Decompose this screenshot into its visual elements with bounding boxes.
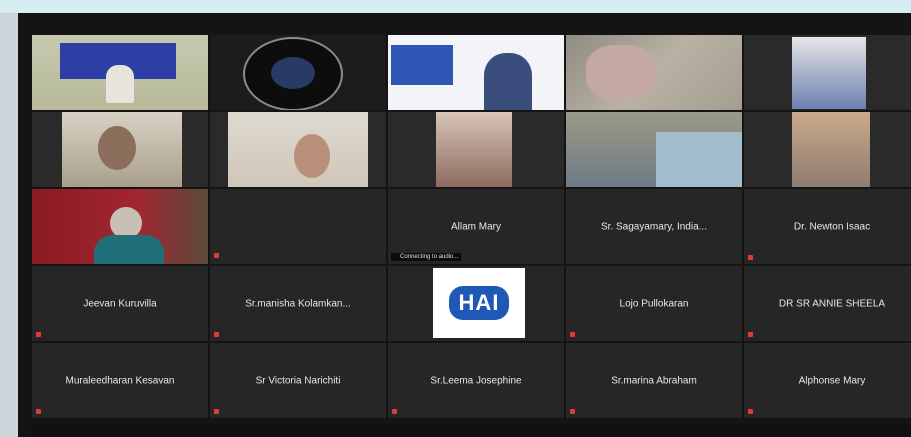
- muted-mic-icon: [748, 255, 753, 260]
- participant-tile[interactable]: [566, 35, 742, 110]
- participant-tile[interactable]: Sr.manisha Kolamkan...: [210, 266, 386, 341]
- bottom-bar: [32, 425, 911, 437]
- participant-name: Lojo Pullokaran: [619, 298, 689, 309]
- participant-tile[interactable]: [744, 35, 911, 110]
- participant-video: [566, 112, 742, 187]
- participant-video: [744, 112, 911, 187]
- participant-video: [566, 35, 742, 110]
- participant-tile[interactable]: Dr. Newton Isaac: [744, 189, 911, 264]
- participant-tile[interactable]: [32, 189, 208, 264]
- participant-name: Jeevan Kuruvilla: [83, 298, 157, 309]
- muted-mic-icon: [36, 332, 41, 337]
- top-window-strip: [0, 0, 911, 13]
- participant-tile[interactable]: [32, 112, 208, 187]
- muted-mic-icon: [214, 253, 219, 258]
- participant-name: Sr.manisha Kolamkan...: [245, 298, 351, 309]
- participant-video: [210, 112, 386, 187]
- muted-mic-icon: [392, 409, 397, 414]
- participant-video: [744, 35, 911, 110]
- participant-name: Sr. Sagayamary, India...: [601, 221, 707, 232]
- participant-tile[interactable]: [210, 35, 386, 110]
- muted-mic-icon: [570, 409, 575, 414]
- participant-tile[interactable]: [210, 112, 386, 187]
- participant-video: [32, 35, 208, 110]
- participant-name: DR SR ANNIE SHEELA: [778, 298, 886, 309]
- participant-video: [210, 35, 386, 110]
- participant-tile[interactable]: Sr. Sagayamary, India...: [566, 189, 742, 264]
- participant-name: Sr Victoria Narichiti: [255, 375, 341, 386]
- participant-name: Alphonse Mary: [798, 375, 866, 386]
- participant-tile[interactable]: Sr Victoria Narichiti: [210, 343, 386, 418]
- left-window-strip: [0, 13, 18, 437]
- participant-name: Dr. Newton Isaac: [793, 221, 871, 232]
- muted-mic-icon: [748, 409, 753, 414]
- muted-mic-icon: [36, 409, 41, 414]
- participant-tile[interactable]: Sr.Leema Josephine: [388, 343, 564, 418]
- participant-grid: Allam Mary Connecting to audio... Sr. Sa…: [32, 35, 911, 418]
- participant-tile[interactable]: Alphonse Mary: [744, 343, 911, 418]
- participant-tile[interactable]: [210, 189, 386, 264]
- participant-tile[interactable]: Jeevan Kuruvilla: [32, 266, 208, 341]
- participant-name: Sr.Leema Josephine: [430, 375, 522, 386]
- participant-tile[interactable]: Allam Mary Connecting to audio...: [388, 189, 564, 264]
- participant-tile[interactable]: [566, 112, 742, 187]
- participant-video: [388, 35, 564, 110]
- video-meeting-window: Allam Mary Connecting to audio... Sr. Sa…: [18, 13, 911, 437]
- participant-name: Sr.marina Abraham: [611, 375, 697, 386]
- participant-tile[interactable]: [744, 112, 911, 187]
- participant-tile[interactable]: HAI: [388, 266, 564, 341]
- muted-mic-icon: [570, 332, 575, 337]
- muted-mic-icon: [214, 332, 219, 337]
- participant-name: Allam Mary: [450, 221, 501, 232]
- participant-status-label: Connecting to audio...: [391, 253, 462, 261]
- participant-video: [32, 189, 208, 264]
- participant-name: Muraleedharan Kesavan: [65, 375, 175, 386]
- participant-tile[interactable]: Sr.marina Abraham: [566, 343, 742, 418]
- participant-tile[interactable]: [388, 112, 564, 187]
- muted-mic-icon: [748, 332, 753, 337]
- participant-tile[interactable]: [388, 35, 564, 110]
- participant-video: [388, 112, 564, 187]
- hai-logo-text: HAI: [448, 286, 510, 320]
- participant-tile[interactable]: DR SR ANNIE SHEELA: [744, 266, 911, 341]
- participant-tile-active-speaker[interactable]: [32, 35, 208, 110]
- participant-video: [32, 112, 208, 187]
- hai-logo: HAI: [433, 268, 525, 338]
- participant-tile[interactable]: Lojo Pullokaran: [566, 266, 742, 341]
- participant-tile[interactable]: Muraleedharan Kesavan: [32, 343, 208, 418]
- app-frame: Allam Mary Connecting to audio... Sr. Sa…: [0, 0, 911, 437]
- muted-mic-icon: [214, 409, 219, 414]
